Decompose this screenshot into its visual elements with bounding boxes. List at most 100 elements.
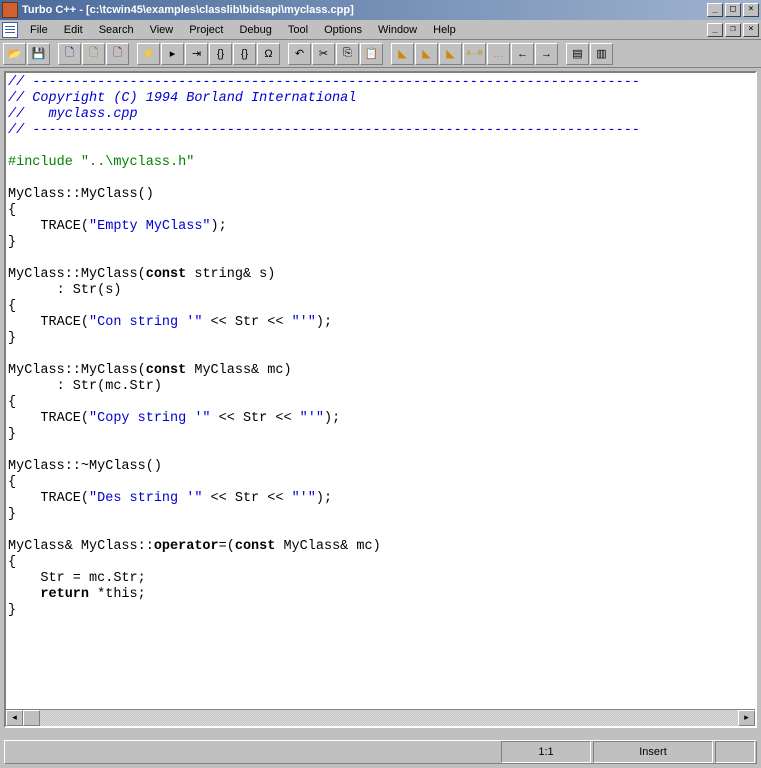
- find-c-icon[interactable]: 🗋: [106, 43, 129, 65]
- code-text: MyClass::MyClass(): [8, 187, 154, 202]
- save-file-icon[interactable]: 💾: [27, 43, 50, 65]
- menu-window[interactable]: Window: [370, 22, 425, 38]
- menu-edit[interactable]: Edit: [56, 22, 91, 38]
- brace: }: [8, 331, 16, 346]
- comment-line: // -------------------------------------…: [8, 75, 640, 90]
- menu-project[interactable]: Project: [181, 22, 231, 38]
- comment-line: // -------------------------------------…: [8, 123, 640, 138]
- string-literal: "'": [292, 491, 316, 506]
- view-split-icon[interactable]: ▤: [566, 43, 589, 65]
- copy-icon[interactable]: ⎘: [336, 43, 359, 65]
- keyword: const: [146, 363, 187, 378]
- brace: {: [8, 475, 16, 490]
- code-text: << Str <<: [211, 411, 300, 426]
- scroll-right-icon[interactable]: ▸: [738, 710, 755, 726]
- highlight-3-icon[interactable]: ◣: [439, 43, 462, 65]
- window-title: Turbo C++ - [c:\tcwin45\examples\classli…: [22, 4, 707, 16]
- menu-debug[interactable]: Debug: [231, 22, 279, 38]
- string-literal: "'": [292, 315, 316, 330]
- menu-search[interactable]: Search: [91, 22, 142, 38]
- open-file-icon[interactable]: 📂: [3, 43, 26, 65]
- scroll-left-icon[interactable]: ◂: [6, 710, 23, 726]
- status-position: 1:1: [501, 741, 591, 763]
- preprocessor: #include "..\myclass.h": [8, 155, 194, 170]
- code-text: =(: [219, 539, 235, 554]
- code-text: Str = mc.Str;: [8, 571, 146, 586]
- find-b-icon[interactable]: 🗋: [82, 43, 105, 65]
- menu-tool[interactable]: Tool: [280, 22, 316, 38]
- toolbar: 📂 💾 🗋 🗋 🗋 ⚡ ▸ ⇥ {} {} Ω ↶ ✂ ⎘ 📋 ◣ ◣ ◣ A→…: [0, 40, 761, 68]
- code-text: TRACE(: [8, 219, 89, 234]
- highlight-ab-icon[interactable]: A→B: [463, 43, 486, 65]
- goto-left-icon[interactable]: ←: [511, 43, 534, 65]
- code-text: << Str <<: [202, 491, 291, 506]
- find-a-icon[interactable]: 🗋: [58, 43, 81, 65]
- code-text: string& s): [186, 267, 275, 282]
- run-to-icon[interactable]: ⇥: [185, 43, 208, 65]
- keyword: const: [235, 539, 276, 554]
- scroll-thumb[interactable]: [23, 710, 40, 726]
- code-text: *this;: [89, 587, 146, 602]
- brace: }: [8, 235, 16, 250]
- view-single-icon[interactable]: ▥: [590, 43, 613, 65]
- brace: {: [8, 555, 16, 570]
- titlebar: Turbo C++ - [c:\tcwin45\examples\classli…: [0, 0, 761, 20]
- string-literal: "Empty MyClass": [89, 219, 211, 234]
- brace: {: [8, 299, 16, 314]
- brace: }: [8, 603, 16, 618]
- string-literal: "Copy string '": [89, 411, 211, 426]
- code-text: );: [316, 491, 332, 506]
- breakpoint-2-icon[interactable]: {}: [233, 43, 256, 65]
- code-text: MyClass& mc): [186, 363, 291, 378]
- code-editor[interactable]: // -------------------------------------…: [6, 73, 755, 709]
- code-text: MyClass& mc): [275, 539, 380, 554]
- menu-file[interactable]: File: [22, 22, 56, 38]
- highlight-1-icon[interactable]: ◣: [391, 43, 414, 65]
- keyword: const: [146, 267, 187, 282]
- cut-icon[interactable]: ✂: [312, 43, 335, 65]
- app-icon: [2, 2, 18, 18]
- keyword: operator: [154, 539, 219, 554]
- step-into-icon[interactable]: ▸: [161, 43, 184, 65]
- mdi-minimize-button[interactable]: _: [707, 23, 723, 37]
- menubar: File Edit Search View Project Debug Tool…: [0, 20, 761, 40]
- code-text: MyClass& MyClass::: [8, 539, 154, 554]
- code-text: TRACE(: [8, 411, 89, 426]
- goto-right-icon[interactable]: →: [535, 43, 558, 65]
- undo-icon[interactable]: ↶: [288, 43, 311, 65]
- maximize-button[interactable]: □: [725, 3, 741, 17]
- menu-help[interactable]: Help: [425, 22, 464, 38]
- breakpoint-1-icon[interactable]: {}: [209, 43, 232, 65]
- menu-options[interactable]: Options: [316, 22, 370, 38]
- brace: }: [8, 427, 16, 442]
- statusbar: 1:1 Insert: [4, 740, 757, 764]
- document-icon[interactable]: [2, 22, 18, 38]
- comment-line: // myclass.cpp: [8, 107, 138, 122]
- scroll-track[interactable]: [40, 710, 738, 726]
- menu-view[interactable]: View: [142, 22, 182, 38]
- code-text: : Str(mc.Str): [8, 379, 162, 394]
- code-text: MyClass::MyClass(: [8, 267, 146, 282]
- paste-icon[interactable]: 📋: [360, 43, 383, 65]
- string-literal: "Des string '": [89, 491, 202, 506]
- lightning-icon[interactable]: ⚡: [137, 43, 160, 65]
- brace: {: [8, 203, 16, 218]
- code-text: : Str(s): [8, 283, 121, 298]
- mdi-restore-button[interactable]: ❐: [725, 23, 741, 37]
- code-text: TRACE(: [8, 315, 89, 330]
- highlight-dots-icon[interactable]: …: [487, 43, 510, 65]
- code-text: << Str <<: [202, 315, 291, 330]
- code-text: );: [324, 411, 340, 426]
- mdi-close-button[interactable]: ×: [743, 23, 759, 37]
- code-text: MyClass::MyClass(: [8, 363, 146, 378]
- status-empty: [715, 741, 755, 763]
- horizontal-scrollbar[interactable]: ◂ ▸: [6, 709, 755, 726]
- code-text: [8, 587, 40, 602]
- highlight-2-icon[interactable]: ◣: [415, 43, 438, 65]
- keyword: return: [40, 587, 89, 602]
- minimize-button[interactable]: _: [707, 3, 723, 17]
- close-button[interactable]: ×: [743, 3, 759, 17]
- breakpoint-omega-icon[interactable]: Ω: [257, 43, 280, 65]
- brace: }: [8, 507, 16, 522]
- string-literal: "'": [300, 411, 324, 426]
